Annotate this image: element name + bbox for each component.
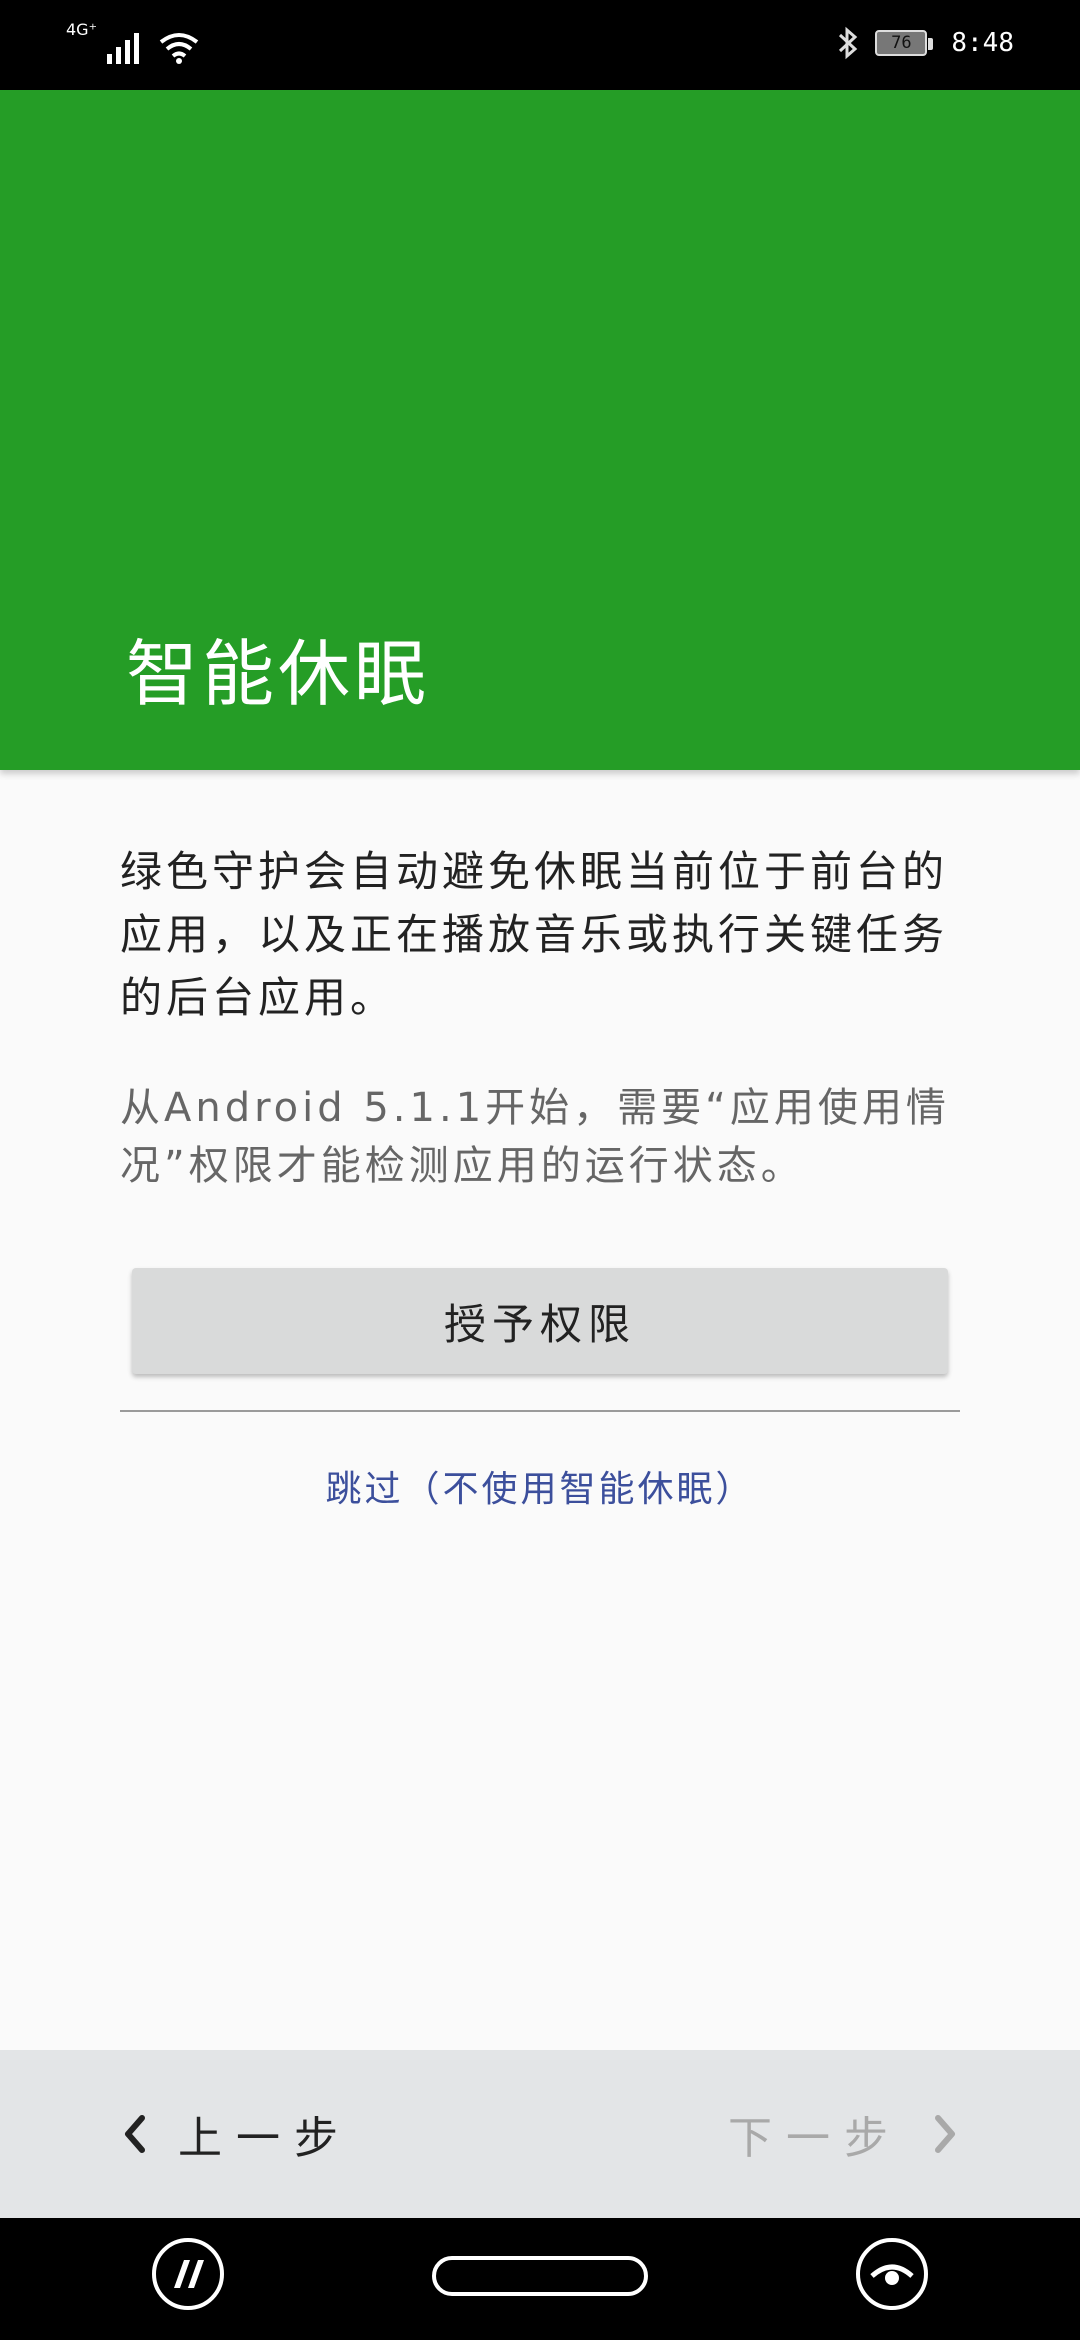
wifi-icon bbox=[159, 33, 199, 64]
content-area: 绿色守护会自动避免休眠当前位于前台的应用，以及正在播放音乐或执行关键任务的后台应… bbox=[120, 840, 960, 1195]
clock: 8:48 bbox=[951, 28, 1014, 58]
step-navigation-bar: 上一步 下一步 bbox=[0, 2050, 1080, 2218]
status-bar: 4G⁺ 76 8:48 bbox=[0, 0, 1080, 90]
network-type: 4G⁺ bbox=[66, 20, 98, 39]
next-step-button[interactable]: 下一步 bbox=[728, 2102, 960, 2166]
home-pill-button[interactable] bbox=[432, 2256, 648, 2296]
page-title: 智能休眠 bbox=[126, 632, 431, 716]
previous-step-label: 上一步 bbox=[178, 2113, 352, 2164]
permission-note: 从Android 5.1.1开始，需要“应用使用情况”权限才能检测应用的运行状态… bbox=[120, 1085, 950, 1189]
battery-indicator: 76 bbox=[875, 30, 934, 56]
previous-step-button[interactable]: 上一步 bbox=[120, 2102, 352, 2166]
grant-permission-button[interactable]: 授予权限 bbox=[132, 1268, 948, 1374]
next-step-label: 下一步 bbox=[728, 2113, 902, 2164]
system-navigation-bar bbox=[0, 2218, 1080, 2340]
description-text: 绿色守护会自动避免休眠当前位于前台的应用，以及正在播放音乐或执行关键任务的后台应… bbox=[120, 847, 949, 1022]
divider bbox=[120, 1410, 960, 1412]
assistant-icon[interactable] bbox=[152, 2238, 224, 2310]
header-banner: 智能休眠 bbox=[0, 90, 1080, 770]
status-left: 4G⁺ bbox=[66, 22, 199, 64]
chevron-left-icon bbox=[125, 2115, 145, 2153]
eye-icon[interactable] bbox=[856, 2238, 928, 2310]
bluetooth-icon bbox=[839, 26, 858, 60]
status-right: 76 8:48 bbox=[837, 26, 1014, 60]
skip-link[interactable]: 跳过（不使用智能休眠） bbox=[0, 1460, 1080, 1512]
signal-icon bbox=[107, 26, 140, 64]
chevron-right-icon bbox=[935, 2115, 955, 2153]
